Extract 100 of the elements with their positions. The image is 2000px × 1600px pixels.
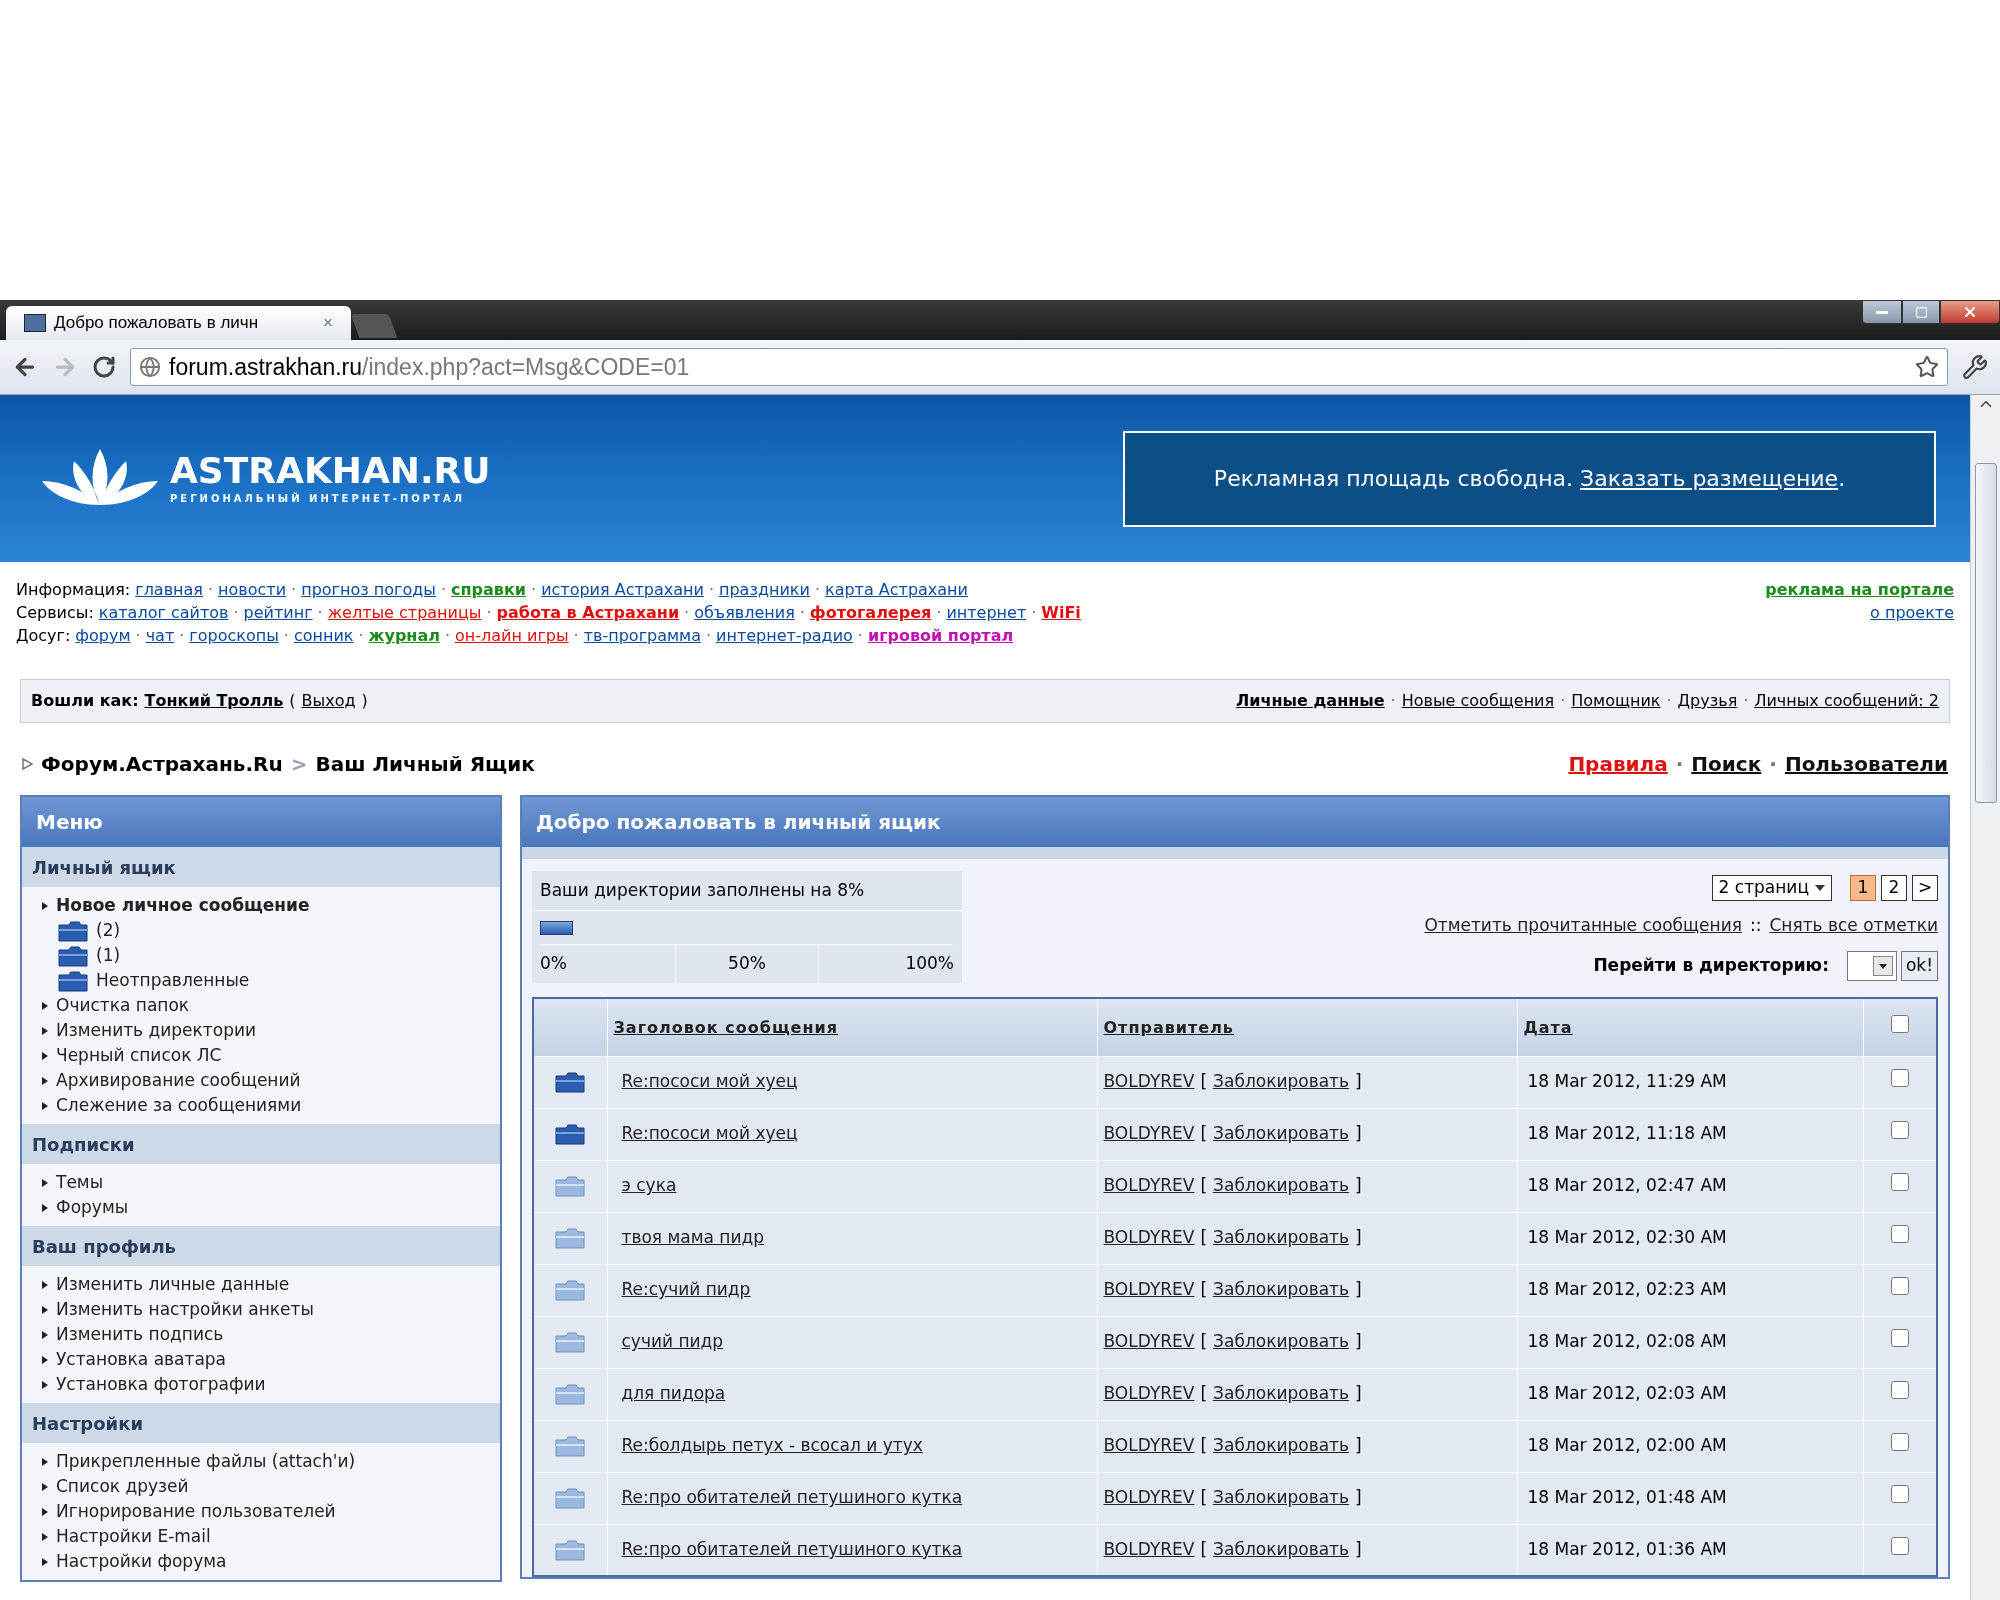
new-tab-button[interactable] — [350, 314, 398, 338]
directory-select[interactable] — [1846, 950, 1897, 981]
nav-link[interactable]: каталог сайтов — [98, 601, 229, 624]
menu-link[interactable]: Настройки E-mail — [56, 1524, 211, 1549]
row-checkbox[interactable] — [1890, 1225, 1909, 1244]
close-button[interactable] — [1940, 300, 2000, 324]
block-link[interactable]: Заблокировать — [1213, 1173, 1350, 1199]
sender-link[interactable]: BOLDYREV — [1103, 1433, 1195, 1459]
select-all-checkbox[interactable] — [1890, 1014, 1909, 1033]
ok-button[interactable]: ok! — [1900, 950, 1938, 981]
menu-link[interactable]: Настройки форума — [56, 1549, 227, 1574]
nav-link[interactable]: желтые страницы — [327, 601, 482, 624]
maximize-button[interactable] — [1902, 300, 1940, 324]
user-link[interactable]: Личных сообщений: 2 — [1754, 689, 1939, 713]
user-link[interactable]: Новые сообщения — [1401, 689, 1555, 713]
tab-close[interactable]: × — [323, 310, 333, 336]
nav-link[interactable]: он-лайн игры — [455, 624, 569, 647]
menu-link[interactable]: Новое личное сообщение — [56, 893, 310, 918]
top-link[interactable]: Поиск — [1691, 749, 1762, 779]
menu-link[interactable]: Очистка папок — [56, 993, 190, 1018]
message-title-link[interactable]: сучий пидр — [621, 1331, 724, 1352]
column-header[interactable]: Дата — [1523, 1017, 1573, 1037]
nav-link[interactable]: главная — [135, 578, 203, 601]
block-link[interactable]: Заблокировать — [1213, 1121, 1350, 1147]
nav-link[interactable]: интернет — [946, 601, 1027, 624]
menu-link[interactable]: Изменить директории — [56, 1018, 257, 1043]
pages-dropdown[interactable]: 2 страниц — [1711, 875, 1832, 901]
menu-link[interactable]: Прикрепленные файлы (attach'и) — [56, 1449, 356, 1474]
block-link[interactable]: Заблокировать — [1213, 1277, 1350, 1303]
row-checkbox[interactable] — [1890, 1381, 1909, 1400]
nav-link[interactable]: журнал — [368, 624, 440, 647]
menu-link[interactable]: Изменить подпись — [56, 1322, 224, 1347]
nav-link[interactable]: справки — [451, 578, 527, 601]
menu-link[interactable]: Темы — [56, 1170, 104, 1195]
user-link[interactable]: Помощник — [1571, 689, 1661, 713]
username-link[interactable]: Тонкий Тролль — [144, 689, 284, 713]
menu-link[interactable]: Игнорирование пользователей — [56, 1499, 336, 1524]
block-link[interactable]: Заблокировать — [1213, 1381, 1350, 1407]
column-header[interactable]: Заголовок сообщения — [613, 1017, 838, 1037]
block-link[interactable]: Заблокировать — [1213, 1329, 1350, 1355]
top-link[interactable]: Правила — [1568, 749, 1668, 779]
sender-link[interactable]: BOLDYREV — [1103, 1277, 1195, 1303]
block-link[interactable]: Заблокировать — [1213, 1225, 1350, 1251]
nav-link[interactable]: интернет-радио — [716, 624, 853, 647]
nav-link[interactable]: объявления — [694, 601, 795, 624]
menu-link[interactable]: Изменить настройки анкеты — [56, 1297, 314, 1322]
sender-link[interactable]: BOLDYREV — [1103, 1485, 1195, 1511]
logout-link[interactable]: Выход — [301, 689, 356, 713]
menu-link[interactable]: Установка аватара — [56, 1347, 227, 1372]
column-header[interactable]: Отправитель — [1103, 1017, 1234, 1037]
message-title-link[interactable]: для пидора — [621, 1383, 726, 1404]
block-link[interactable]: Заблокировать — [1213, 1433, 1350, 1459]
folder-link[interactable]: (1) — [96, 943, 121, 968]
nav-link[interactable]: сонник — [293, 624, 354, 647]
block-link[interactable]: Заблокировать — [1213, 1537, 1350, 1563]
sender-link[interactable]: BOLDYREV — [1103, 1225, 1195, 1251]
menu-link[interactable]: Черный список ЛС — [56, 1043, 222, 1068]
breadcrumb-link[interactable]: Форум.Астрахань.Ru — [41, 749, 283, 779]
sender-link[interactable]: BOLDYREV — [1103, 1173, 1195, 1199]
row-checkbox[interactable] — [1890, 1329, 1909, 1348]
nav-link[interactable]: новости — [218, 578, 287, 601]
nav-link[interactable]: форум — [75, 624, 131, 647]
sender-link[interactable]: BOLDYREV — [1103, 1121, 1195, 1147]
nav-link[interactable]: карта Астрахани — [825, 578, 968, 601]
user-link[interactable]: Друзья — [1677, 689, 1738, 713]
page-button[interactable]: 2 — [1881, 875, 1907, 901]
page-button[interactable]: > — [1912, 875, 1938, 901]
row-checkbox[interactable] — [1890, 1485, 1909, 1504]
row-checkbox[interactable] — [1890, 1433, 1909, 1452]
row-checkbox[interactable] — [1890, 1173, 1909, 1192]
nav-link[interactable]: гороскопы — [189, 624, 279, 647]
sender-link[interactable]: BOLDYREV — [1103, 1381, 1195, 1407]
top-link[interactable]: Пользователи — [1784, 749, 1948, 779]
block-link[interactable]: Заблокировать — [1213, 1485, 1350, 1511]
browser-tab[interactable]: Добро пожаловать в личн × — [6, 306, 351, 340]
sender-link[interactable]: BOLDYREV — [1103, 1069, 1195, 1095]
unmark-link[interactable]: Снять все отметки — [1769, 913, 1938, 939]
row-checkbox[interactable] — [1890, 1121, 1909, 1140]
row-checkbox[interactable] — [1890, 1069, 1909, 1088]
menu-link[interactable]: Форумы — [56, 1195, 129, 1220]
message-title-link[interactable]: Re:пососи мой хуец — [621, 1123, 798, 1144]
nav-link[interactable]: WiFi — [1041, 601, 1081, 624]
breadcrumb-link[interactable]: Ваш Личный Ящик — [315, 749, 535, 779]
nav-link[interactable]: игровой портал — [867, 624, 1014, 647]
nav-link[interactable]: прогноз погоды — [301, 578, 436, 601]
nav-link[interactable]: фотогалерея — [809, 601, 932, 624]
page-button[interactable]: 1 — [1850, 875, 1876, 901]
nav-link[interactable]: о проекте — [1870, 601, 1954, 624]
nav-link[interactable]: тв-программа — [583, 624, 701, 647]
nav-link[interactable]: история Астрахани — [541, 578, 704, 601]
nav-link[interactable]: работа в Астрахани — [496, 601, 680, 624]
nav-link[interactable]: реклама на портале — [1765, 578, 1954, 601]
message-title-link[interactable]: э сука — [621, 1175, 677, 1196]
minimize-button[interactable] — [1862, 300, 1902, 324]
menu-link[interactable]: Архивирование сообщений — [56, 1068, 301, 1093]
user-link[interactable]: Личные данные — [1236, 689, 1385, 713]
menu-link[interactable]: Слежение за сообщениями — [56, 1093, 302, 1118]
message-title-link[interactable]: Re:сучий пидр — [621, 1279, 751, 1300]
folder-link[interactable]: Неотправленные — [96, 968, 250, 993]
sender-link[interactable]: BOLDYREV — [1103, 1329, 1195, 1355]
